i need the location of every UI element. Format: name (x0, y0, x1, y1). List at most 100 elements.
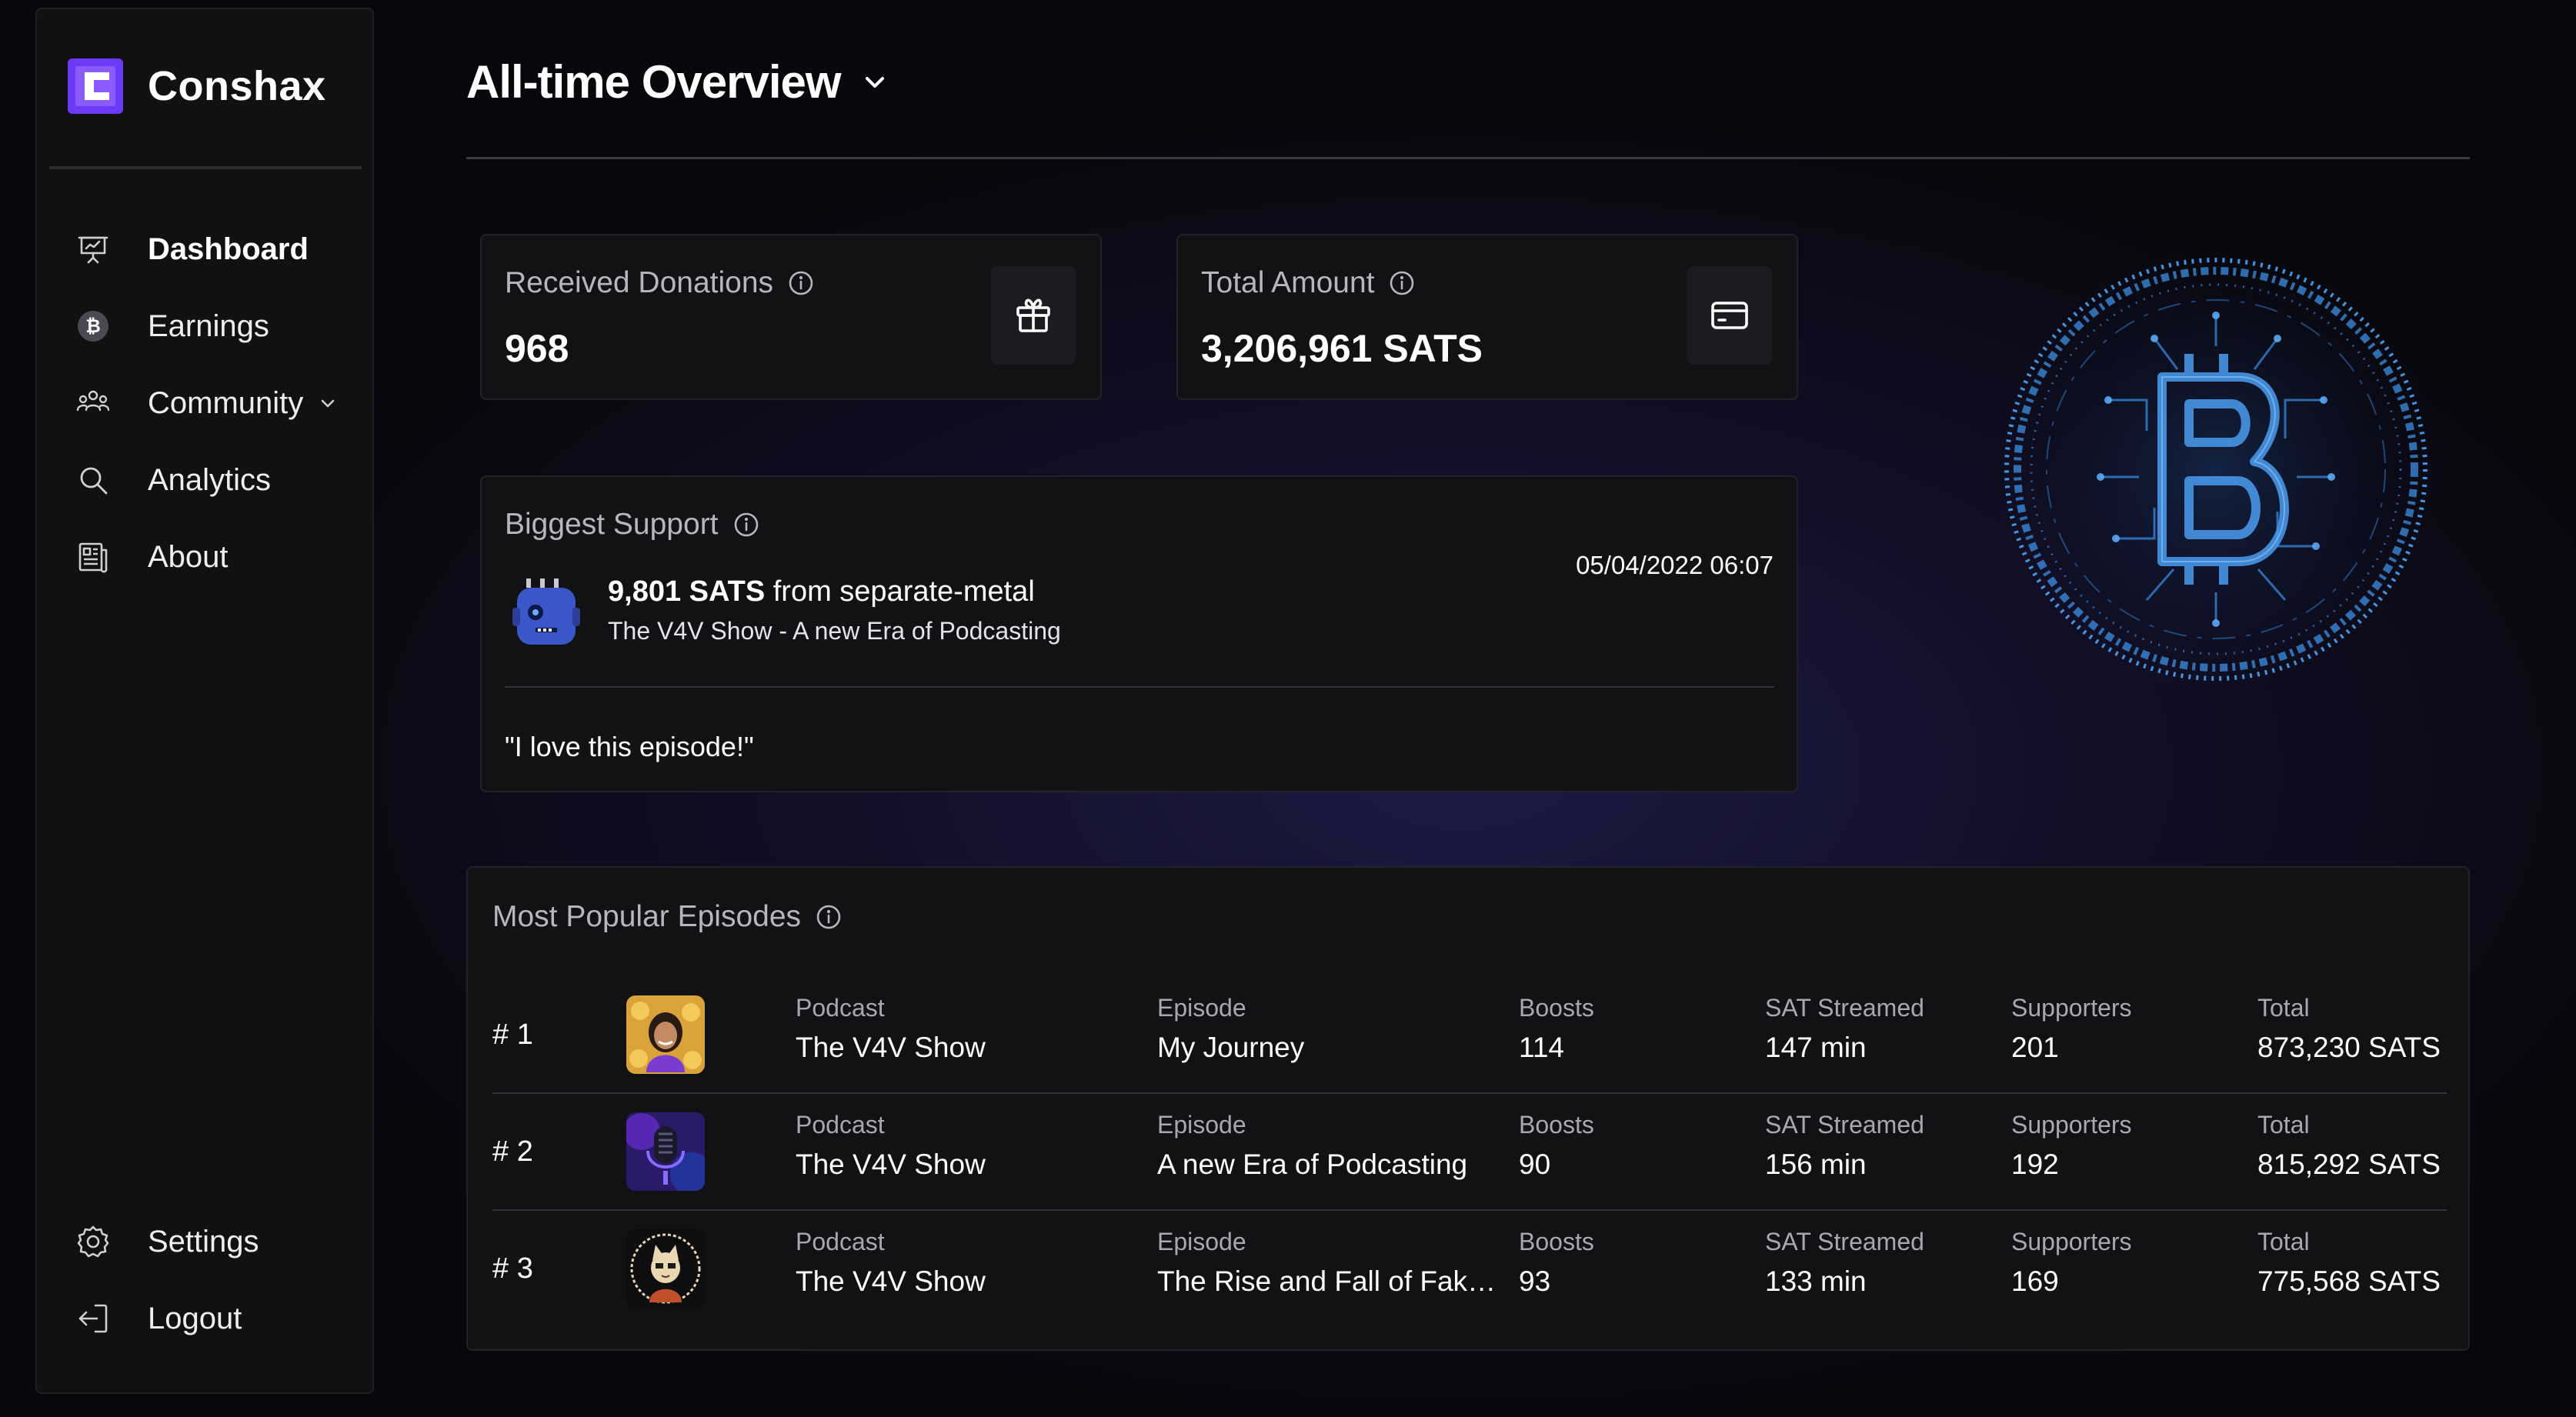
episode-name[interactable]: A new Era of Podcasting (1157, 1149, 1503, 1181)
episode-rank: # 3 (492, 1252, 533, 1285)
sat-streamed-cell: SAT Streamed 156 min (1765, 1111, 1996, 1181)
episode-label: Episode (1157, 1111, 1246, 1139)
supporters-label: Supporters (2011, 994, 2132, 1022)
stat-label: Total Amount (1201, 266, 1416, 300)
podcast-name[interactable]: The V4V Show (796, 1265, 1150, 1298)
received-donations-label: Received Donations (505, 266, 774, 299)
info-icon[interactable] (787, 269, 815, 297)
support-divider (505, 686, 1774, 688)
logout-icon (75, 1301, 111, 1336)
episode-row[interactable]: # 2 Podcast The V4V Show Episode A new E… (492, 1094, 2447, 1211)
sidebar-item-label: About (148, 539, 229, 574)
sidebar-item-label: Community (148, 385, 304, 420)
header-divider (466, 157, 2470, 159)
sidebar-item-settings[interactable]: Settings (75, 1214, 259, 1269)
sat-streamed-cell: SAT Streamed 133 min (1765, 1228, 1996, 1298)
sidebar-divider (49, 166, 362, 169)
page-title: All-time Overview (466, 56, 842, 108)
episodes-title-row: Most Popular Episodes (492, 900, 843, 934)
sidebar-item-logout[interactable]: Logout (75, 1291, 242, 1346)
episode-cover-image (626, 995, 705, 1074)
sidebar-item-label: Dashboard (148, 232, 309, 266)
total-value: 775,568 SATS (2257, 1265, 2441, 1297)
podcast-cell: Podcast The V4V Show (796, 1228, 1150, 1298)
total-value: 815,292 SATS (2257, 1149, 2441, 1180)
episode-label: Episode (1157, 994, 1246, 1022)
podcast-label: Podcast (796, 994, 885, 1022)
supporters-value: 192 (2011, 1149, 2059, 1180)
episode-name[interactable]: My Journey (1157, 1032, 1503, 1064)
info-icon[interactable] (1388, 269, 1416, 297)
sidebar-item-label: Settings (148, 1224, 259, 1259)
gear-icon (75, 1224, 111, 1259)
chevron-down-icon[interactable] (317, 392, 339, 414)
podcast-cell: Podcast The V4V Show (796, 994, 1150, 1064)
info-icon[interactable] (732, 511, 760, 538)
total-amount-label: Total Amount (1201, 266, 1375, 299)
episode-row[interactable]: # 1 Podcast The V4V Show Episode My Jour… (492, 977, 2447, 1094)
sat-streamed-value: 133 min (1765, 1265, 1867, 1297)
episode-name[interactable]: The Rise and Fall of Faketo... (1157, 1265, 1503, 1298)
boosts-label: Boosts (1519, 1111, 1594, 1139)
newspaper-icon (75, 539, 111, 575)
episode-cell: Episode The Rise and Fall of Faketo... (1157, 1228, 1503, 1298)
total-label: Total (2257, 994, 2310, 1022)
support-date: 05/04/2022 06:07 (1576, 551, 1774, 579)
episode-row[interactable]: # 3 Podcast The V4V Show Episode The Ris… (492, 1211, 2447, 1328)
supporters-cell: Supporters 169 (2011, 1228, 2242, 1298)
info-icon[interactable] (815, 903, 843, 931)
total-amount-card: Total Amount 3,206,961 SATS (1176, 234, 1798, 400)
brand[interactable]: Conshax (68, 58, 326, 114)
brand-name: Conshax (148, 63, 326, 109)
chevron-down-icon (865, 76, 884, 88)
sidebar-item-analytics[interactable]: Analytics (75, 452, 271, 508)
sidebar: Conshax Dashboard ₿ Earnings Community A… (35, 8, 374, 1394)
episode-cover-image (626, 1229, 705, 1308)
sidebar-item-about[interactable]: About (75, 529, 229, 585)
boosts-cell: Boosts 114 (1519, 994, 1750, 1064)
support-message: "I love this episode!" (505, 731, 754, 762)
podcast-name[interactable]: The V4V Show (796, 1149, 1150, 1181)
podcast-cell: Podcast The V4V Show (796, 1111, 1150, 1181)
total-cell: Total 873,230 SATS (2257, 994, 2447, 1064)
sat-streamed-label: SAT Streamed (1765, 1111, 1924, 1139)
total-label: Total (2257, 1111, 2310, 1139)
total-cell: Total 775,568 SATS (2257, 1228, 2447, 1298)
podcast-label: Podcast (796, 1228, 885, 1255)
supporter-robot-avatar (512, 578, 580, 645)
boosts-value: 114 (1519, 1032, 1564, 1063)
podcast-name[interactable]: The V4V Show (796, 1032, 1150, 1064)
sat-streamed-value: 156 min (1765, 1149, 1867, 1180)
sidebar-item-label: Analytics (148, 462, 272, 497)
sat-streamed-cell: SAT Streamed 147 min (1765, 994, 1996, 1064)
support-amount: 9,801 SATS (608, 575, 766, 608)
sidebar-item-earnings[interactable]: ₿ Earnings (75, 298, 269, 354)
support-from: from separate-metal (765, 575, 1035, 608)
episode-cover-image (626, 1112, 705, 1191)
boosts-label: Boosts (1519, 994, 1594, 1022)
boosts-cell: Boosts 93 (1519, 1228, 1750, 1298)
gift-icon-box (991, 266, 1076, 365)
total-amount-value: 3,206,961 SATS (1201, 327, 1483, 370)
episode-rank: # 1 (492, 1019, 533, 1051)
most-popular-episodes-card: Most Popular Episodes # 1 Podcast The V4… (466, 866, 2470, 1351)
received-donations-value: 968 (505, 327, 569, 370)
svg-text:₿: ₿ (85, 315, 101, 337)
total-label: Total (2257, 1228, 2310, 1255)
boosts-value: 90 (1519, 1149, 1551, 1180)
boosts-label: Boosts (1519, 1228, 1594, 1255)
sat-streamed-label: SAT Streamed (1765, 994, 1924, 1022)
boosts-cell: Boosts 90 (1519, 1111, 1750, 1181)
total-cell: Total 815,292 SATS (2257, 1111, 2447, 1181)
sidebar-item-dashboard[interactable]: Dashboard (75, 222, 309, 277)
credit-card-icon-box (1687, 266, 1772, 365)
episode-cell: Episode My Journey (1157, 994, 1503, 1064)
stat-label: Received Donations (505, 266, 815, 300)
support-episode: The V4V Show - A new Era of Podcasting (608, 617, 1061, 645)
gift-icon (1016, 298, 1050, 332)
episode-cell: Episode A new Era of Podcasting (1157, 1111, 1503, 1181)
episode-rank: # 2 (492, 1135, 533, 1168)
biggest-support-label: Biggest Support (505, 508, 719, 541)
overview-period-dropdown[interactable]: All-time Overview (466, 55, 890, 108)
sidebar-item-community[interactable]: Community (75, 375, 339, 431)
